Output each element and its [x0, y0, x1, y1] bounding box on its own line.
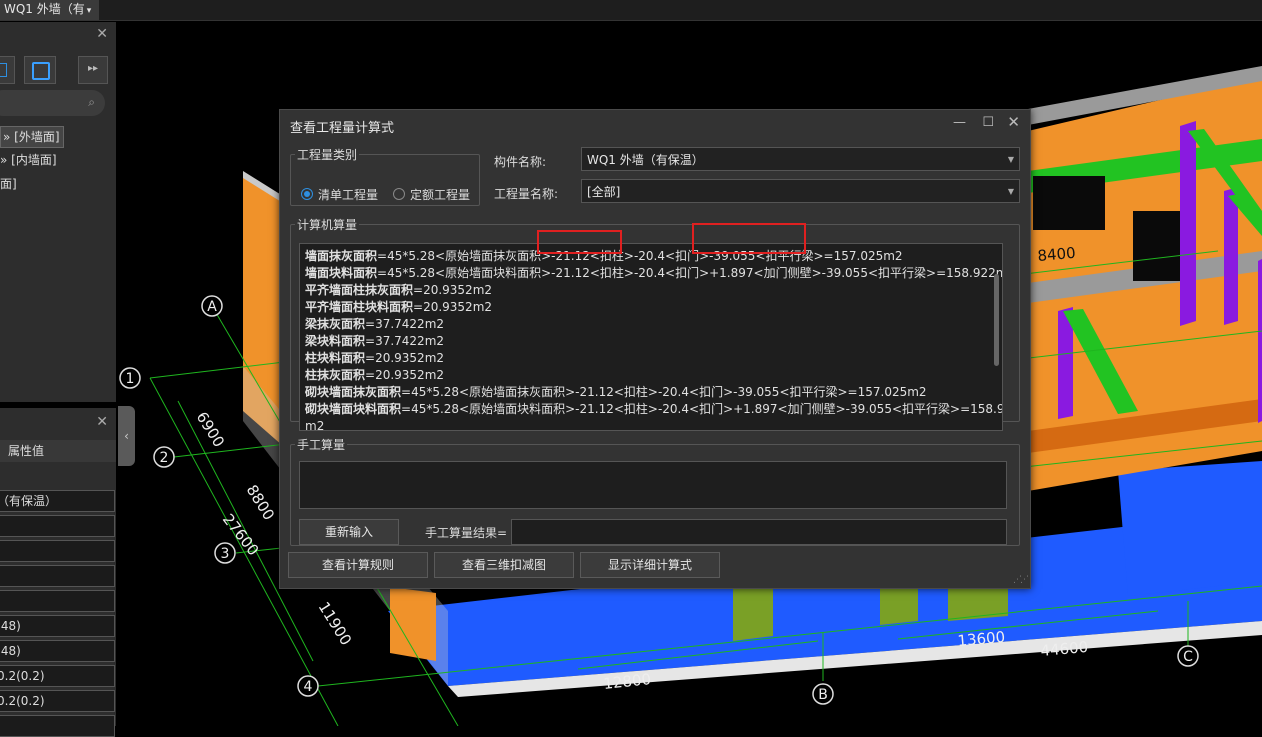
- manual-quantity-group-label: 手工算量: [297, 438, 346, 452]
- maximize-icon[interactable]: ☐: [982, 115, 994, 130]
- property-value-header: 属性值: [0, 440, 116, 462]
- dialog-title: 查看工程量计算式: [290, 121, 395, 136]
- scrollbar-thumb[interactable]: [994, 274, 999, 366]
- axis-label: 2: [160, 450, 169, 466]
- component-list-panel: ✕ ▸▸ ⌕ » [外墙面] » [内墙面] 面]: [0, 22, 116, 402]
- computer-quantity-group-label: 计算机算量: [297, 218, 358, 232]
- calculation-formula-dialog: 查看工程量计算式 — ☐ ✕ 工程量类别 清单工程量 定额工程量 构件名称: W…: [279, 109, 1031, 589]
- manual-result-label: 手工算量结果=: [425, 526, 508, 540]
- axis-label: 1: [126, 371, 135, 387]
- formula-line: 梁抹灰面积=37.7422m2: [305, 317, 445, 331]
- axis-bubble-2: 2: [153, 446, 175, 468]
- property-value-cell[interactable]: [0, 565, 115, 587]
- property-value-cell[interactable]: （有保温）: [0, 490, 115, 512]
- axis-bubble-1: 1: [119, 367, 141, 389]
- axis-bubble-c: C: [1177, 645, 1199, 667]
- axis-bubble-4: 4: [297, 675, 319, 697]
- formula-line: m2: [305, 419, 325, 431]
- radio-unselected-icon: [393, 188, 405, 200]
- property-value-cell[interactable]: [0, 540, 115, 562]
- quantity-name-select[interactable]: [全部] ▼: [581, 179, 1020, 203]
- property-value-cell[interactable]: 0.2(0.2): [0, 665, 115, 687]
- axis-label: 4: [304, 679, 313, 695]
- formula-line: 梁块料面积=37.7422m2: [305, 334, 445, 348]
- formula-line: 墙面抹灰面积=45*5.28<原始墙面抹灰面积>-21.12<扣柱>-20.4<…: [305, 249, 903, 263]
- property-value-cell[interactable]: 0.2(0.2): [0, 690, 115, 712]
- dimension-label: 8400: [1037, 244, 1077, 265]
- minimize-icon[interactable]: —: [953, 115, 966, 130]
- show-detail-formula-button[interactable]: 显示详细计算式: [580, 552, 720, 578]
- property-panel: ✕ 属性值 （有保温） .48) .48) 0.2(0.2) 0.2(0.2): [0, 408, 116, 737]
- view-3d-deduction-button[interactable]: 查看三维扣减图: [434, 552, 574, 578]
- search-icon: ⌕: [88, 95, 95, 109]
- column: [1180, 121, 1196, 326]
- manual-quantity-group: 手工算量 重新输入 手工算量结果=: [290, 436, 1020, 546]
- formula-line: 平齐墙面柱块料面积=20.9352m2: [305, 300, 493, 314]
- close-icon[interactable]: ✕: [1007, 113, 1020, 131]
- dimension-label: 6900: [193, 409, 229, 451]
- quantity-name-label: 工程量名称:: [494, 187, 559, 201]
- property-value-cell[interactable]: [0, 515, 115, 537]
- axis-bubble-3: 3: [214, 542, 236, 564]
- column-footing: [733, 583, 773, 641]
- formula-text-area[interactable]: 墙面抹灰面积=45*5.28<原始墙面抹灰面积>-21.12<扣柱>-20.4<…: [299, 243, 1003, 431]
- property-value-cell[interactable]: [0, 715, 115, 737]
- resize-grip-icon[interactable]: ⋰⋰: [1013, 575, 1029, 585]
- chevron-down-icon: ▼: [1007, 187, 1014, 196]
- toolbar-button-new[interactable]: [0, 56, 15, 84]
- formula-line: 平齐墙面柱抹灰面积=20.9352m2: [305, 283, 493, 297]
- manual-result-field[interactable]: [511, 519, 1007, 545]
- axis-label: C: [1183, 649, 1193, 665]
- close-icon[interactable]: ✕: [96, 26, 108, 42]
- dimension-label: 12800: [603, 670, 652, 693]
- column: [1224, 187, 1238, 325]
- axis-label: A: [207, 299, 217, 315]
- formula-line: 墙面块料面积=45*5.28<原始墙面块料面积>-21.12<扣柱>-20.4<…: [305, 266, 1003, 280]
- quantity-type-group: 工程量类别 清单工程量 定额工程量: [290, 146, 480, 206]
- dimension-label: 8800: [243, 482, 279, 524]
- radio-quota-quantity[interactable]: 定额工程量: [393, 187, 470, 203]
- window-opening: [1033, 176, 1105, 230]
- manual-formula-input[interactable]: [299, 461, 1007, 509]
- chevron-down-icon: ▼: [1007, 155, 1014, 164]
- document-tab[interactable]: WQ1 外墙（有 ▾: [0, 0, 100, 20]
- formula-line: 柱抹灰面积=20.9352m2: [305, 368, 445, 382]
- search-input[interactable]: ⌕: [0, 90, 105, 116]
- toolbar-button-save[interactable]: [24, 56, 56, 84]
- radio-bill-quantity[interactable]: 清单工程量: [301, 187, 378, 203]
- property-value-cell[interactable]: .48): [0, 615, 115, 637]
- toolbar-more-button[interactable]: ▸▸: [78, 56, 108, 84]
- quantity-type-group-label: 工程量类别: [297, 148, 358, 162]
- chevron-down-icon[interactable]: ▾: [87, 6, 92, 16]
- view-rules-button[interactable]: 查看计算规则: [288, 552, 428, 578]
- save-icon: [32, 62, 50, 80]
- component-name-label: 构件名称:: [494, 155, 547, 169]
- tree-item-interior-wall-face[interactable]: » [内墙面]: [0, 150, 57, 170]
- reinput-button[interactable]: 重新输入: [299, 519, 399, 545]
- column: [1258, 259, 1262, 423]
- axis-label: 3: [221, 546, 230, 562]
- dimension-label: 11900: [315, 599, 356, 649]
- radio-selected-icon: [301, 188, 313, 200]
- component-name-select[interactable]: WQ1 外墙（有保温） ▼: [581, 147, 1020, 171]
- column-footing: [880, 584, 918, 625]
- axis-bubble-a: A: [201, 295, 223, 317]
- property-value-cell[interactable]: [0, 590, 115, 612]
- formula-line: 砌块墙面块料面积=45*5.28<原始墙面块料面积>-21.12<扣柱>-20.…: [305, 402, 1003, 416]
- close-icon[interactable]: ✕: [96, 414, 108, 430]
- new-icon: [0, 63, 7, 77]
- formula-line: 柱块料面积=20.9352m2: [305, 351, 445, 365]
- axis-bubble-b: B: [812, 683, 834, 705]
- tab-strip: WQ1 外墙（有 ▾: [0, 0, 1262, 21]
- tree-item-exterior-wall-face[interactable]: » [外墙面]: [0, 126, 64, 148]
- property-value-cell[interactable]: .48): [0, 640, 115, 662]
- computer-quantity-group: 计算机算量 墙面抹灰面积=45*5.28<原始墙面抹灰面积>-21.12<扣柱>…: [290, 216, 1020, 431]
- floor-slab-right: [1118, 461, 1262, 596]
- dimension-label: 44600: [1040, 638, 1089, 660]
- tree-item-face[interactable]: 面]: [0, 174, 17, 194]
- document-tab-label: WQ1 外墙（有: [4, 2, 85, 16]
- double-chevron-right-icon: ▸▸: [87, 63, 99, 74]
- formula-line: 砌块墙面抹灰面积=45*5.28<原始墙面抹灰面积>-21.12<扣柱>-20.…: [305, 385, 927, 399]
- axis-label: B: [818, 687, 828, 703]
